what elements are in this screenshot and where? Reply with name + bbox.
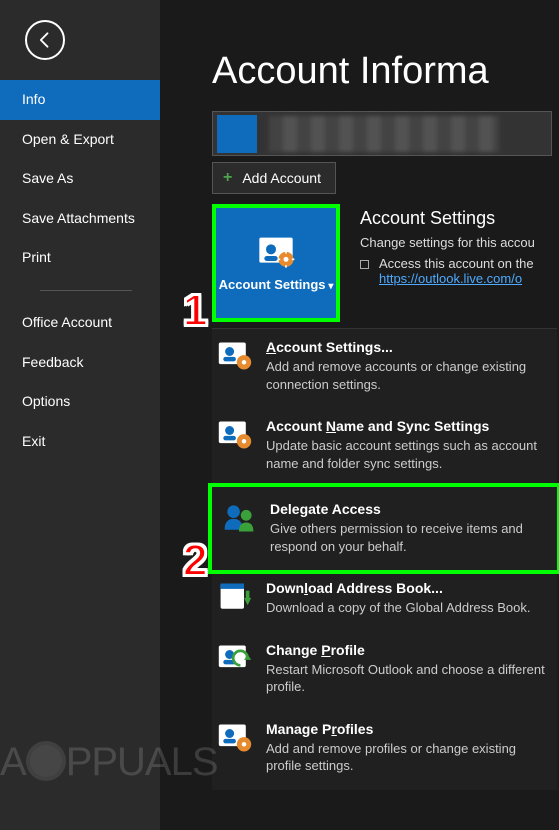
add-account-button[interactable]: + Add Account <box>212 162 336 194</box>
sidebar-item-save-attachments[interactable]: Save Attachments <box>0 199 160 239</box>
dropdown-item-name-sync[interactable]: Account Name and Sync Settings Update ba… <box>212 408 557 487</box>
dropdown-desc: Add and remove profiles or change existi… <box>266 740 549 775</box>
sidebar-item-feedback[interactable]: Feedback <box>0 343 160 383</box>
account-settings-gear-icon <box>216 339 254 373</box>
main-pane: Account Informa + Add Account <box>160 0 559 830</box>
dropdown-item-change-profile[interactable]: Change Profile Restart Microsoft Outlook… <box>212 632 557 711</box>
dropdown-item-manage-profiles[interactable]: Manage Profiles Add and remove profiles … <box>212 711 557 790</box>
dropdown-title: Delegate Access <box>270 501 545 517</box>
sidebar-nav-lower: Office Account Feedback Options Exit <box>0 303 160 461</box>
change-profile-icon <box>216 642 254 676</box>
dropdown-desc: Update basic account settings such as ac… <box>266 437 549 472</box>
download-address-book-icon <box>216 580 254 614</box>
account-settings-dropdown: Account Settings... Add and remove accou… <box>212 328 557 790</box>
manage-profiles-icon <box>216 721 254 755</box>
file-sidebar: Info Open & Export Save As Save Attachme… <box>0 0 160 830</box>
account-settings-icon <box>256 233 296 269</box>
callout-highlight-1: Account Settings <box>212 204 340 322</box>
account-settings-info-title: Account Settings <box>360 208 559 229</box>
dropdown-title: Account Settings... <box>266 339 549 355</box>
account-settings-info-subtitle: Change settings for this accou <box>360 235 559 250</box>
account-settings-tile-label: Account Settings <box>219 277 334 293</box>
account-settings-info: Account Settings Change settings for thi… <box>360 204 559 286</box>
sidebar-item-options[interactable]: Options <box>0 382 160 422</box>
page-title: Account Informa <box>212 50 559 93</box>
outlook-web-link[interactable]: https://outlook.live.com/o <box>379 271 522 286</box>
sidebar-item-office-account[interactable]: Office Account <box>0 303 160 343</box>
sidebar-item-exit[interactable]: Exit <box>0 422 160 462</box>
sidebar-item-save-as[interactable]: Save As <box>0 159 160 199</box>
sidebar-nav: Info Open & Export Save As Save Attachme… <box>0 80 160 278</box>
dropdown-item-download-address-book[interactable]: Download Address Book... Download a copy… <box>212 570 557 632</box>
account-email-redacted <box>269 116 499 152</box>
callout-highlight-2: Delegate Access Give others permission t… <box>208 483 559 574</box>
dropdown-desc: Add and remove accounts or change existi… <box>266 358 549 393</box>
sidebar-divider <box>40 290 132 291</box>
dropdown-item-account-settings[interactable]: Account Settings... Add and remove accou… <box>212 329 557 408</box>
sidebar-item-open-export[interactable]: Open & Export <box>0 120 160 160</box>
dropdown-title: Manage Profiles <box>266 721 549 737</box>
delegate-access-icon <box>220 501 258 535</box>
dropdown-title: Download Address Book... <box>266 580 549 596</box>
dropdown-title: Account Name and Sync Settings <box>266 418 549 434</box>
account-settings-tile[interactable]: Account Settings <box>216 208 336 318</box>
dropdown-desc: Give others permission to receive items … <box>270 520 545 555</box>
arrow-left-icon <box>35 30 55 50</box>
dropdown-item-delegate-access[interactable]: Delegate Access Give others permission t… <box>216 491 553 566</box>
sidebar-item-info[interactable]: Info <box>0 80 160 120</box>
account-sync-icon <box>216 418 254 452</box>
add-account-label: Add Account <box>242 170 321 186</box>
dropdown-desc: Restart Microsoft Outlook and choose a d… <box>266 661 549 696</box>
sidebar-item-print[interactable]: Print <box>0 238 160 278</box>
dropdown-title: Change Profile <box>266 642 549 658</box>
plus-icon: + <box>223 169 232 187</box>
back-button[interactable] <box>25 20 65 60</box>
bullet-square-icon <box>360 260 369 269</box>
account-settings-bullet-text: Access this account on the <box>379 256 534 271</box>
account-selector[interactable] <box>212 111 552 156</box>
account-color-swatch <box>217 115 257 153</box>
dropdown-desc: Download a copy of the Global Address Bo… <box>266 599 549 617</box>
